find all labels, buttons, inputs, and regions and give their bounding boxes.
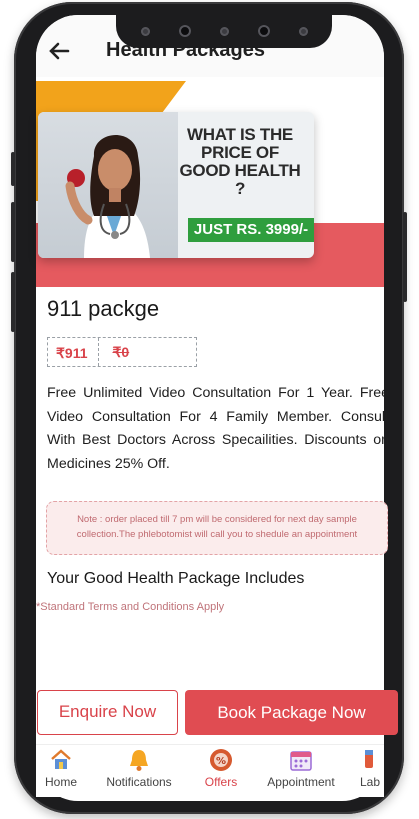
tab-offers[interactable]: % Offers xyxy=(196,745,246,797)
price-box: ₹911 ₹0 xyxy=(47,337,197,367)
camera-icon xyxy=(257,25,270,37)
phone-power-button xyxy=(403,212,407,302)
camera-icon xyxy=(178,25,191,37)
calendar-icon xyxy=(258,748,344,774)
banner-price-tag: JUST RS. 3999/- xyxy=(188,218,314,242)
phone-side-button xyxy=(11,152,15,186)
sensor-dot xyxy=(298,26,308,36)
svg-text:%: % xyxy=(216,756,226,767)
sensor-dot xyxy=(140,26,150,36)
sensor-dot xyxy=(219,26,229,36)
includes-heading: Your Good Health Package Includes xyxy=(47,570,305,587)
phone-side-button xyxy=(11,272,15,332)
back-arrow-icon[interactable] xyxy=(48,41,72,61)
tab-home[interactable]: Home xyxy=(36,745,86,797)
tab-label: Offers xyxy=(204,775,238,789)
phone-notch xyxy=(116,14,332,48)
tab-appointment[interactable]: Appointment xyxy=(258,745,344,797)
tab-label: Home xyxy=(44,775,77,789)
book-package-button[interactable]: Book Package Now xyxy=(185,690,398,735)
home-icon xyxy=(36,748,86,774)
tab-label: Notifications xyxy=(106,775,172,789)
current-price: ₹911 xyxy=(48,338,99,366)
terms-text[interactable]: *Standard Terms and Conditions Apply xyxy=(36,601,224,613)
sample-collection-note: Note : order placed till 7 pm will be co… xyxy=(46,501,388,555)
percent-badge-icon: % xyxy=(196,748,246,774)
phone-side-button xyxy=(11,202,15,262)
package-description: Free Unlimited Video Consultation For 1 … xyxy=(47,385,389,472)
promo-banner[interactable]: WHAT IS THE PRICE OF GOOD HEALTH ? JUST … xyxy=(38,112,314,258)
tab-lab[interactable]: Lab xyxy=(354,745,384,797)
tab-label: Lab xyxy=(360,775,381,789)
tab-label: Appointment xyxy=(267,775,335,789)
package-name: 911 packge xyxy=(47,296,160,321)
lab-icon xyxy=(354,748,384,774)
enquire-now-button[interactable]: Enquire Now xyxy=(37,690,178,735)
original-price: ₹0 xyxy=(112,343,130,360)
doctor-illustration xyxy=(65,134,150,258)
bottom-tab-bar: Home Notifications % Offers Appointment … xyxy=(36,744,384,797)
bell-icon xyxy=(94,748,184,774)
tab-notifications[interactable]: Notifications xyxy=(94,745,184,797)
banner-headline: WHAT IS THE PRICE OF GOOD HEALTH ? xyxy=(179,125,301,198)
